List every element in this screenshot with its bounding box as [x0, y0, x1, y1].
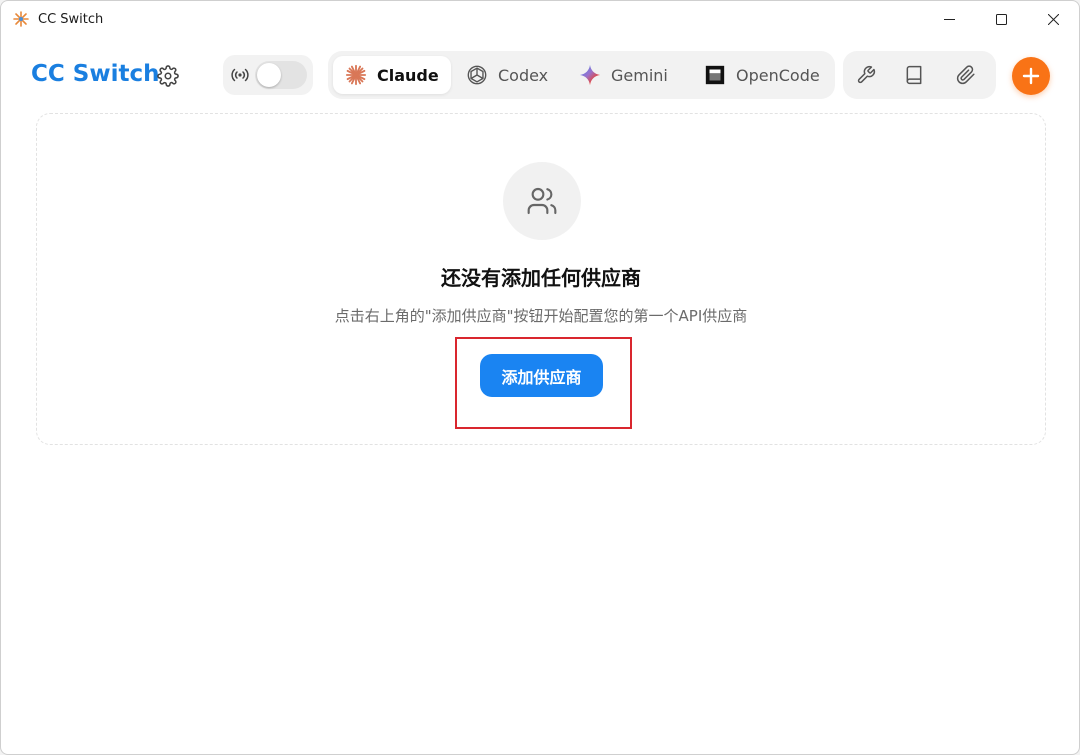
tab-label: Codex: [498, 65, 549, 85]
app-tabs: Claude Codex Gemini OpenCode: [328, 51, 835, 99]
title-bar: CC Switch: [1, 1, 1079, 37]
maximize-button[interactable]: [975, 1, 1027, 37]
close-icon: [1047, 13, 1059, 25]
proxy-toggle[interactable]: [255, 61, 307, 89]
book-icon[interactable]: [904, 65, 924, 85]
tab-label: Claude: [377, 65, 439, 85]
broadcast-icon: [231, 68, 249, 82]
window-controls: [923, 1, 1079, 37]
paperclip-icon[interactable]: [956, 65, 976, 85]
maximize-icon: [995, 13, 1007, 25]
tab-claude[interactable]: Claude: [333, 56, 451, 94]
codex-icon: [467, 65, 487, 85]
gear-icon[interactable]: [157, 65, 179, 87]
empty-state-description: 点击右上角的"添加供应商"按钮开始配置您的第一个API供应商: [334, 307, 748, 325]
wrench-icon[interactable]: [856, 65, 876, 85]
gemini-icon: [579, 64, 601, 86]
minimize-icon: [943, 18, 955, 20]
toolbar-group: [843, 51, 996, 99]
users-icon: [527, 187, 557, 215]
add-provider-button[interactable]: 添加供应商: [480, 354, 603, 397]
app-window: CC Switch CC Switch Claude Codex Gemini …: [0, 0, 1080, 755]
minimize-button[interactable]: [923, 1, 975, 37]
add-provider-fab[interactable]: [1012, 57, 1050, 95]
empty-avatar: [503, 162, 581, 240]
close-button[interactable]: [1027, 1, 1079, 37]
tab-gemini[interactable]: Gemini: [567, 56, 680, 94]
tab-label: OpenCode: [736, 65, 820, 85]
tab-label: Gemini: [611, 65, 668, 85]
claude-icon: [345, 64, 367, 86]
app-logo-icon: [13, 11, 29, 27]
plus-icon: [1022, 67, 1040, 85]
brand-title: CC Switch: [31, 61, 160, 87]
empty-state-panel: 还没有添加任何供应商 点击右上角的"添加供应商"按钮开始配置您的第一个API供应…: [36, 113, 1046, 445]
window-title: CC Switch: [38, 11, 104, 27]
empty-state-title: 还没有添加任何供应商: [441, 266, 641, 290]
proxy-toggle-group: [223, 55, 313, 95]
toggle-knob: [257, 63, 281, 87]
tab-opencode[interactable]: OpenCode: [692, 56, 832, 94]
tab-codex[interactable]: Codex: [454, 56, 560, 94]
app-header: CC Switch Claude Codex Gemini OpenCode: [1, 37, 1079, 113]
opencode-icon: [705, 65, 725, 85]
